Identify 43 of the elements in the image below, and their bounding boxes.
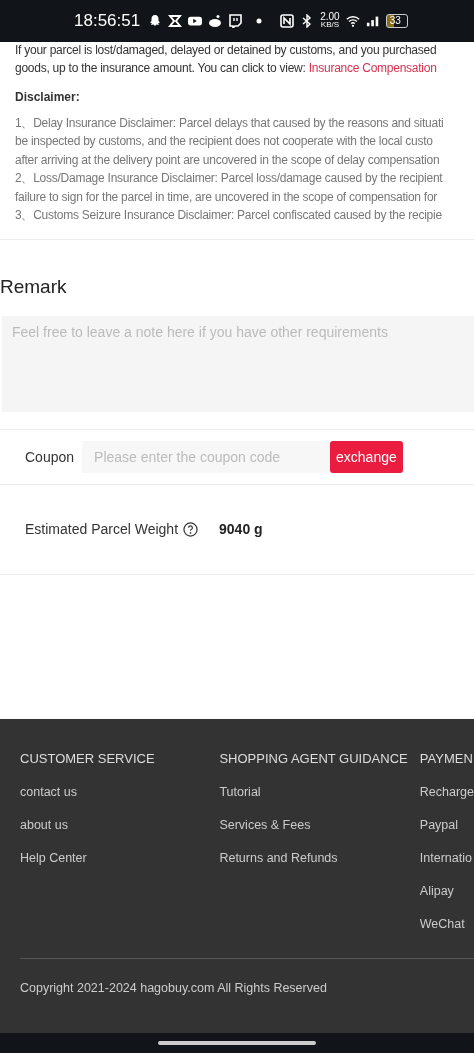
footer-link[interactable]: Alipay	[419, 883, 474, 898]
ghost-icon	[148, 14, 163, 28]
disclaimer-text: 2、Loss/Damage Insurance Disclaimer: Parcel loss/damage caused by the recipient	[15, 170, 444, 187]
battery-level: 33	[385, 14, 408, 28]
footer-link[interactable]: Returns and Refunds	[219, 850, 420, 865]
exchange-button[interactable]: exchange	[330, 440, 403, 473]
help-icon[interactable]	[183, 521, 199, 537]
chat-icon	[228, 14, 243, 28]
footer-link[interactable]: Recharge	[419, 784, 474, 799]
wifi-icon	[345, 14, 360, 28]
remark-title: Remark	[0, 275, 68, 298]
footer-link[interactable]: Services & Fees	[219, 817, 420, 832]
paragraph-text: If your parcel is lost/damaged, delayed or detained by customs, and you purchased	[14, 42, 438, 59]
footer-heading: SHOPPING AGENT GUIDANCE	[219, 750, 409, 766]
footer-link[interactable]: about us	[20, 817, 220, 832]
footer-link[interactable]: Paypal	[419, 817, 474, 832]
disclaimer-text: 1、Delay Insurance Disclaimer: Parcel delays that caused by the reasons and situati	[15, 114, 445, 132]
disclaimer-text: failure to sign for the parcel in time, are uncovered in the scope of compensation for	[15, 188, 439, 206]
footer-link[interactable]: Help Center	[20, 850, 220, 865]
disclaimer-text: 3、Customs Seizure Insurance Disclaimer: Parcel confiscated caused by the recipie	[15, 207, 443, 224]
coupon-field[interactable]: Please enter the coupon code	[82, 440, 331, 473]
nfc-icon	[280, 14, 295, 28]
disclaimer-text: after arriving at the delivery point are uncovered in the scope of delay compensation	[15, 151, 441, 169]
network-speed: 2.00 KB/S	[320, 13, 340, 29]
footer-link[interactable]: Internatio	[419, 850, 474, 865]
signal-icon	[365, 14, 380, 28]
footer-heading: CUSTOMER SERVICE	[20, 750, 156, 766]
play-icon	[188, 14, 203, 28]
footer-link[interactable]: contact us	[20, 784, 220, 799]
insurance-text: goods, up to the insurance amount. You can click to view: Insurance Compensation	[15, 60, 438, 77]
coupon-label: Coupon	[25, 448, 75, 465]
footer-heading: PAYMEN	[419, 750, 474, 766]
weight-value: 9040 g	[219, 521, 263, 537]
footer-link[interactable]: Tutorial	[219, 784, 420, 799]
disclaimer-title: Disclaimer:	[15, 89, 81, 104]
remark-field[interactable]: Feel free to leave a note here if you have other requirements	[2, 315, 474, 412]
copyright-text: Copyright 2021-2024 hagobuy.com All Rights Reserved	[20, 980, 328, 995]
disclaimer-text: be inspected by customs, and the recipient does not cooperate with the local custo	[15, 133, 434, 150]
clock-time: 18:56:51	[74, 11, 141, 31]
weight-label: Estimated Parcel Weight	[25, 521, 179, 537]
hourglass-icon	[168, 14, 183, 28]
footer-link[interactable]: WeChat	[419, 916, 474, 931]
compensation-link[interactable]: Insurance Compensation	[308, 61, 437, 75]
